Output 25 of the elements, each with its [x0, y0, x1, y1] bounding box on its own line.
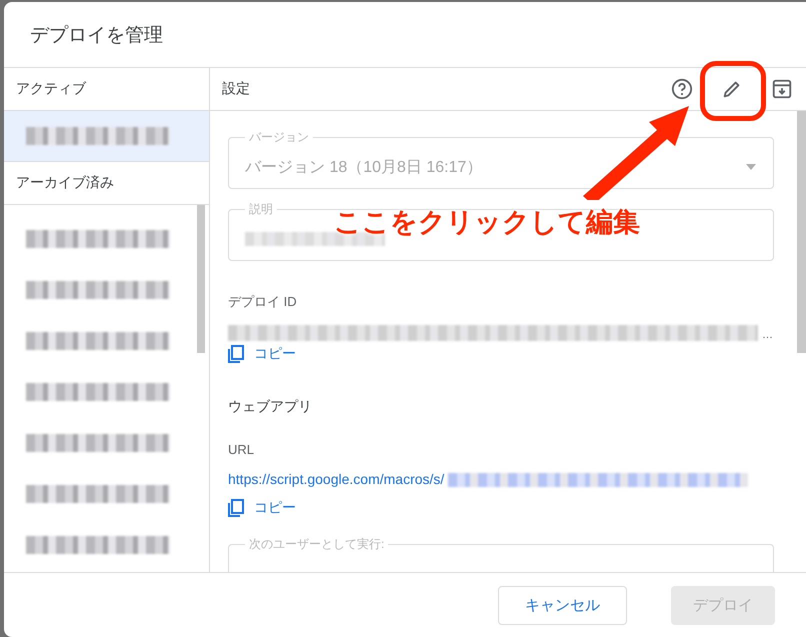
scrollbar[interactable]	[197, 205, 205, 353]
section-heading: ウェブアプリ	[228, 398, 313, 416]
field-label: バージョン	[248, 129, 310, 146]
copy-link[interactable]: コピー	[228, 345, 296, 363]
settings-heading: 設定	[222, 80, 251, 98]
field-label: URL	[228, 442, 256, 457]
ellipsis: …	[762, 329, 773, 341]
annotation-text: ここをクリックして編集	[334, 206, 640, 239]
dropdown-caret-icon	[745, 163, 757, 171]
copy-icon	[228, 499, 244, 517]
section-heading: アーカイブ済み	[16, 174, 114, 192]
help-icon	[671, 78, 693, 100]
url-link[interactable]: https://script.google.com/macros/s/	[228, 471, 444, 487]
cancel-button[interactable]: キャンセル	[498, 586, 627, 624]
scrollbar[interactable]	[797, 111, 806, 353]
field-label: デプロイ ID	[228, 293, 298, 311]
field-label: 次のユーザーとして実行:	[248, 536, 386, 553]
dialog-title: デプロイを管理	[30, 24, 163, 48]
highlight-ring	[700, 61, 766, 121]
copy-icon	[228, 345, 244, 363]
archive-icon	[771, 78, 793, 100]
section-heading: アクティブ	[16, 80, 86, 98]
field-label: 説明	[248, 201, 274, 218]
copy-link[interactable]: コピー	[228, 499, 296, 517]
deployment-item[interactable]	[4, 111, 209, 162]
